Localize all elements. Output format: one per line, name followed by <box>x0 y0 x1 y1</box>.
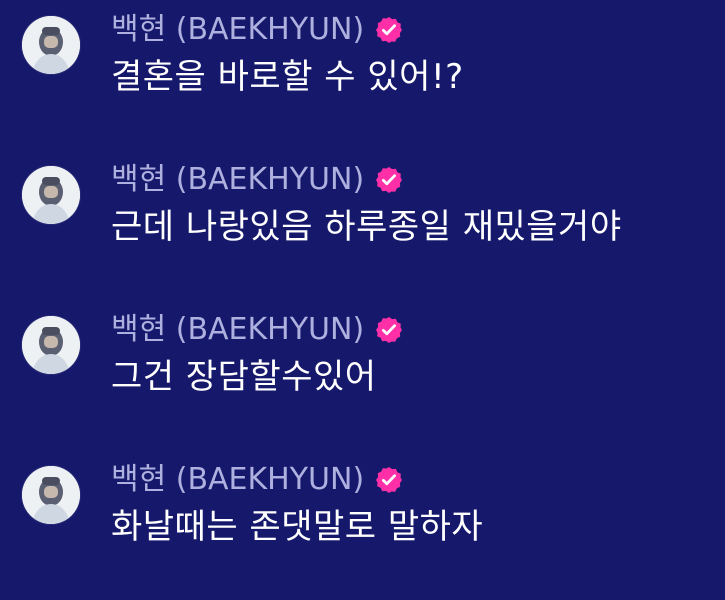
message-item: 백현 (BAEKHYUN) 그건 장담할수있어 <box>22 300 712 410</box>
avatar <box>22 166 80 224</box>
verified-badge-icon <box>374 15 404 45</box>
message-text: 그건 장담할수있어 <box>111 357 377 397</box>
avatar <box>22 16 80 74</box>
verified-badge-icon <box>374 165 404 195</box>
sender-name: 백현 (BAEKHYUN) <box>111 312 365 347</box>
message-item: 백현 (BAEKHYUN) 화날때는 존댓말로 말하자 <box>22 450 712 560</box>
sender-row: 백현 (BAEKHYUN) <box>111 462 404 498</box>
verified-badge-icon <box>374 315 404 345</box>
avatar <box>22 316 80 374</box>
message-item: 백현 (BAEKHYUN) 근데 나랑있음 하루종일 재밌을거야 <box>22 150 712 260</box>
avatar <box>22 466 80 524</box>
sender-name: 백현 (BAEKHYUN) <box>111 462 365 497</box>
message-text: 화날때는 존댓말로 말하자 <box>111 507 484 547</box>
message-text: 결혼을 바로할 수 있어!? <box>111 57 464 97</box>
sender-row: 백현 (BAEKHYUN) <box>111 312 404 348</box>
message-text: 근데 나랑있음 하루종일 재밌을거야 <box>111 207 622 247</box>
sender-name: 백현 (BAEKHYUN) <box>111 12 365 47</box>
verified-badge-icon <box>374 465 404 495</box>
chat-thread: 백현 (BAEKHYUN) 결혼을 바로할 수 있어!? 백현 (BAEKHYU… <box>0 0 725 600</box>
sender-name: 백현 (BAEKHYUN) <box>111 162 365 197</box>
sender-row: 백현 (BAEKHYUN) <box>111 162 404 198</box>
sender-row: 백현 (BAEKHYUN) <box>111 12 404 48</box>
message-item: 백현 (BAEKHYUN) 결혼을 바로할 수 있어!? <box>22 0 712 110</box>
